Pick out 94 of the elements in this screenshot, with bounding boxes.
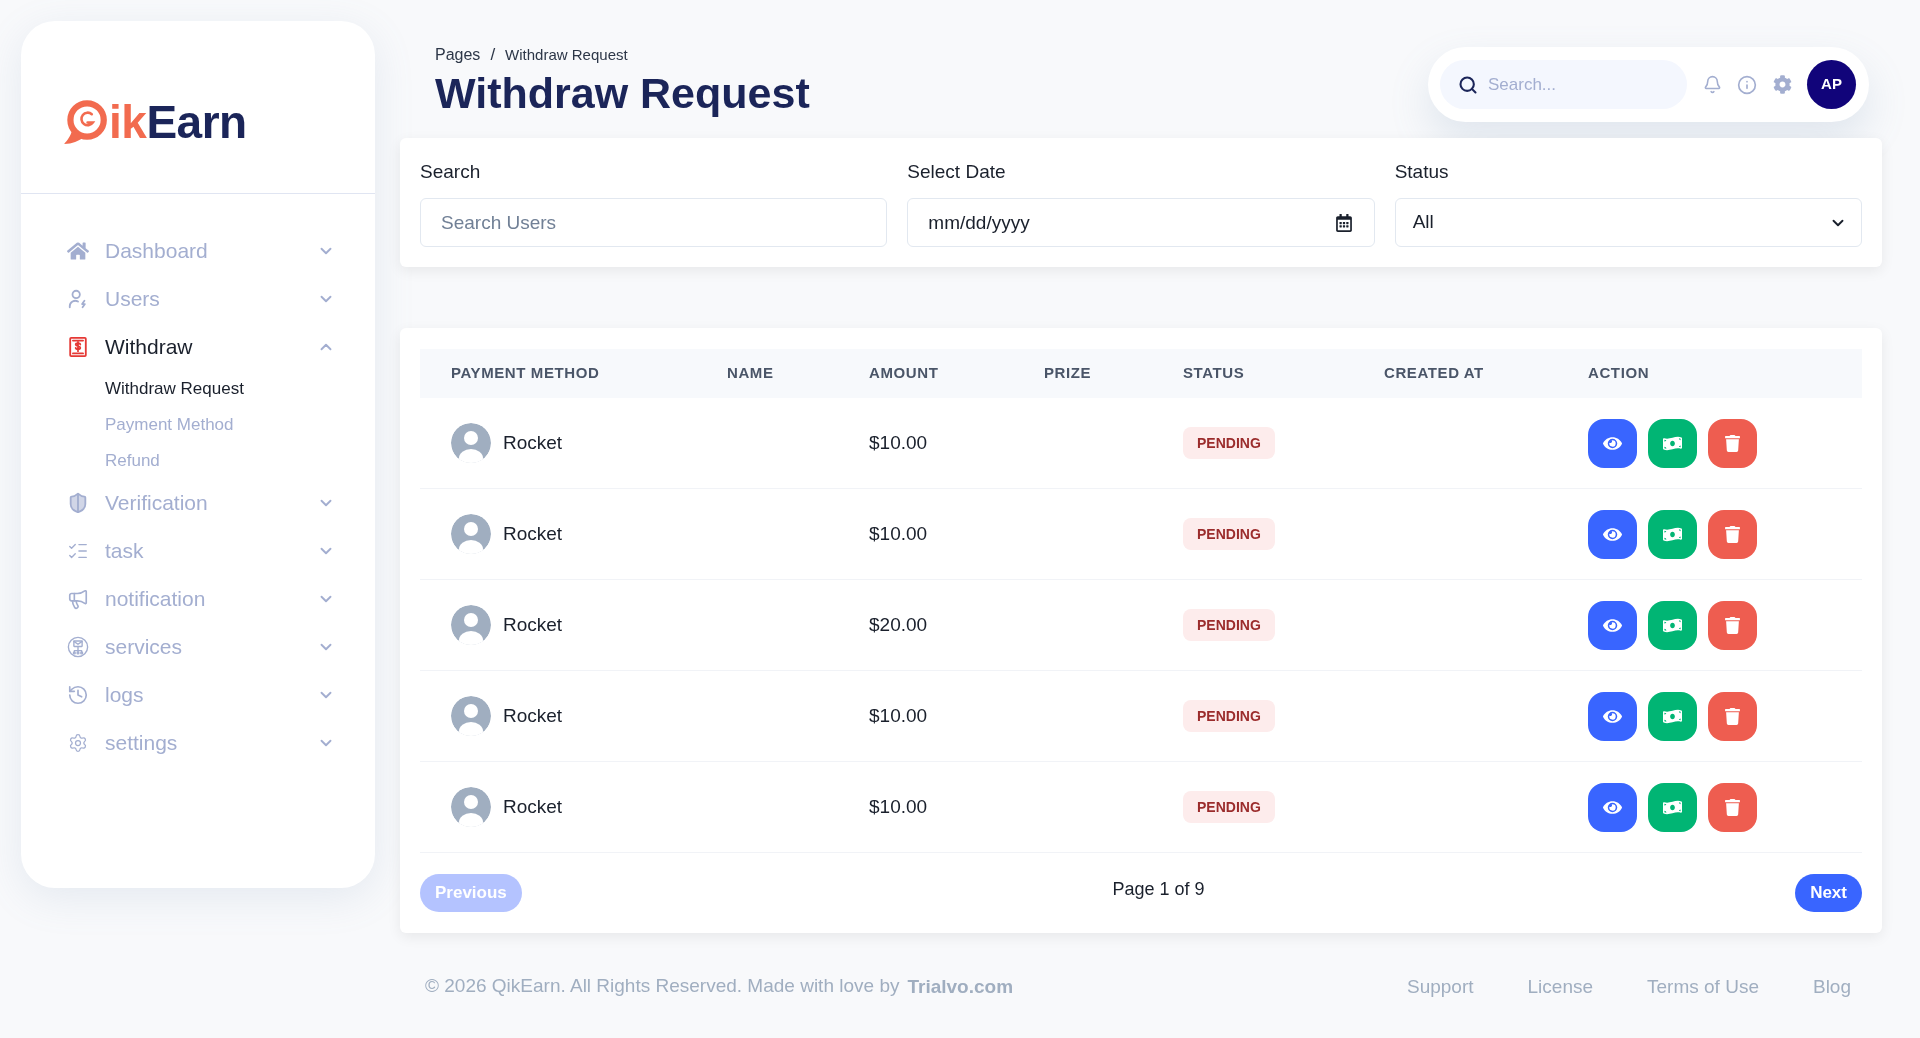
table-cell-text: $10.00 — [869, 521, 928, 546]
settings-icon[interactable] — [1773, 75, 1792, 94]
logo-text: ikEarn — [109, 97, 247, 147]
table-cell-text: Rocket — [503, 430, 563, 455]
pay-button[interactable] — [1648, 418, 1697, 468]
view-button[interactable] — [1588, 691, 1637, 741]
trash-icon — [1724, 707, 1741, 725]
table-cell-text: $20.00 — [869, 612, 928, 637]
footer-link[interactable]: License — [1527, 972, 1594, 1002]
page-indicator: Page 1 of 9 — [1112, 877, 1205, 901]
breadcrumb-separator: / — [490, 44, 496, 67]
delete-button[interactable] — [1708, 418, 1757, 468]
nav-item[interactable]: logs — [67, 671, 335, 719]
nav-item[interactable]: Withdraw — [67, 323, 335, 371]
footer-link[interactable]: Support — [1407, 972, 1474, 1002]
user-avatar-icon — [451, 514, 491, 554]
history-icon — [67, 684, 89, 706]
next-button[interactable]: Next — [1795, 874, 1862, 912]
breadcrumb-current: Withdraw Request — [505, 44, 628, 65]
column-header: PRIZE — [1044, 363, 1092, 384]
shield-icon — [67, 492, 89, 514]
view-button[interactable] — [1588, 782, 1637, 832]
envelope-network-icon — [67, 636, 89, 658]
nav-subitem[interactable]: Withdraw Request — [105, 371, 244, 407]
status-badge: PENDING — [1183, 609, 1275, 641]
breadcrumb-link[interactable]: Pages — [435, 43, 481, 67]
table-cell-text: Rocket — [503, 794, 563, 819]
column-header: CREATED AT — [1384, 363, 1484, 384]
table-cell-text: $10.00 — [869, 794, 928, 819]
nav-subitem[interactable]: Payment Method — [105, 407, 234, 443]
delete-button[interactable] — [1708, 509, 1757, 559]
table-cell-text: Rocket — [503, 612, 563, 637]
user-avatar-icon — [451, 423, 491, 463]
table-cell-text: $10.00 — [869, 430, 928, 455]
table-cell-text: $10.00 — [869, 703, 928, 728]
footer-link[interactable]: Trialvo.com — [907, 972, 1014, 1002]
view-button[interactable] — [1588, 418, 1637, 468]
field-label: Select Date — [907, 160, 1006, 184]
table-cell-text: Rocket — [503, 703, 563, 728]
calendar-icon[interactable] — [1334, 213, 1353, 232]
footer-link[interactable]: Terms of Use — [1647, 972, 1759, 1002]
nav-item[interactable]: Dashboard — [67, 227, 335, 275]
page-title: Withdraw Request — [435, 68, 810, 118]
bell-icon[interactable] — [1703, 75, 1722, 94]
user-avatar[interactable]: AP — [1807, 60, 1856, 109]
search-users-field[interactable]: Search Users — [420, 198, 888, 247]
footer-link[interactable]: Blog — [1812, 972, 1851, 1002]
trash-icon — [1724, 798, 1741, 816]
settings-icon — [68, 733, 88, 753]
nav-item[interactable]: settings — [67, 719, 335, 767]
view-button[interactable] — [1588, 600, 1637, 650]
pay-button[interactable] — [1648, 509, 1697, 559]
delete-button[interactable] — [1708, 782, 1757, 832]
pay-button[interactable] — [1648, 691, 1697, 741]
copyright-text: © 2026 QikEarn. All Rights Reserved. Made with love by — [425, 973, 900, 998]
column-header: STATUS — [1183, 363, 1245, 384]
field-label: Search — [420, 160, 481, 184]
nav-item[interactable]: Verification — [67, 479, 335, 527]
status-badge: PENDING — [1183, 427, 1275, 459]
nav-item[interactable]: task — [67, 527, 335, 575]
status-badge: PENDING — [1183, 700, 1275, 732]
nav-item[interactable]: Users — [67, 275, 335, 323]
user-icon — [67, 288, 89, 310]
column-header: ACTION — [1588, 363, 1650, 384]
view-button[interactable] — [1588, 509, 1637, 559]
dollar-receipt-icon — [67, 336, 89, 358]
nav-item[interactable]: notification — [67, 575, 335, 623]
search-field[interactable]: Search... — [1440, 60, 1687, 109]
trash-icon — [1724, 616, 1741, 634]
nav-subitem[interactable]: Refund — [105, 443, 160, 479]
info-icon[interactable] — [1737, 74, 1757, 95]
status-select[interactable]: All — [1394, 198, 1862, 247]
pay-button[interactable] — [1648, 600, 1697, 650]
status-badge: PENDING — [1183, 791, 1275, 823]
user-avatar-icon — [451, 787, 491, 827]
date-field[interactable]: mm/dd/yyyy — [907, 198, 1375, 247]
delete-button[interactable] — [1708, 600, 1757, 650]
delete-button[interactable] — [1708, 691, 1757, 741]
column-header: PAYMENT METHOD — [451, 363, 600, 384]
search-icon — [1458, 74, 1478, 95]
trash-icon — [1724, 525, 1741, 543]
trash-icon — [1724, 434, 1741, 452]
field-label: Status — [1394, 160, 1449, 184]
megaphone-icon — [67, 588, 89, 610]
status-badge: PENDING — [1183, 518, 1275, 550]
user-avatar-icon — [451, 605, 491, 645]
user-avatar-icon — [451, 696, 491, 736]
logo-mark-icon — [61, 97, 109, 147]
pay-button[interactable] — [1648, 782, 1697, 832]
nav-item[interactable]: services — [67, 623, 335, 671]
table-cell-text: Rocket — [503, 521, 563, 546]
column-header: NAME — [727, 363, 774, 384]
home-icon — [67, 240, 89, 262]
column-header: AMOUNT — [869, 363, 939, 384]
